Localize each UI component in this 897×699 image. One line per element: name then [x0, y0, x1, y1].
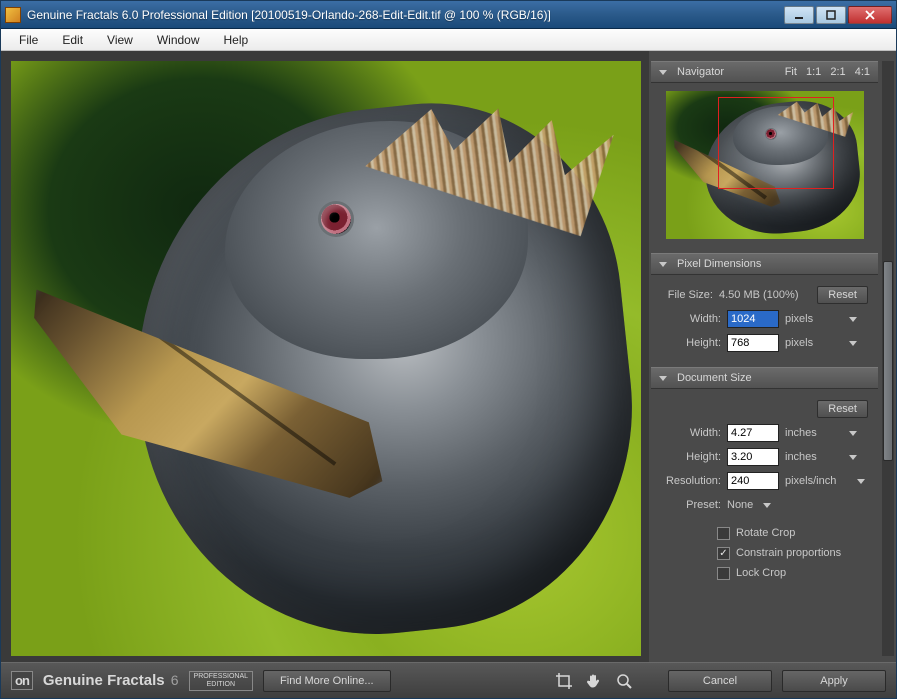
doc-resolution-unit[interactable]: pixels/inch: [785, 475, 847, 487]
constrain-checkbox[interactable]: [717, 547, 730, 560]
doc-height-input[interactable]: [727, 448, 779, 466]
edition-badge: PROFESSIONALEDITION: [189, 671, 253, 691]
file-size-label: File Size:: [661, 289, 713, 301]
pixel-dimensions-header[interactable]: Pixel Dimensions: [651, 253, 878, 275]
doc-preset-value[interactable]: None: [727, 499, 753, 511]
navigator-thumbnail[interactable]: [666, 91, 864, 239]
collapse-icon: [659, 262, 667, 267]
side-scrollbar[interactable]: [882, 61, 894, 656]
pixel-width-input[interactable]: [727, 310, 779, 328]
zoom-fit[interactable]: Fit: [785, 66, 797, 78]
chevron-down-icon[interactable]: [763, 503, 771, 508]
rotate-crop-checkbox[interactable]: [717, 527, 730, 540]
pixel-height-input[interactable]: [727, 334, 779, 352]
chevron-down-icon[interactable]: [849, 431, 857, 436]
constrain-label: Constrain proportions: [736, 547, 841, 559]
doc-width-input[interactable]: [727, 424, 779, 442]
zoom-1-1[interactable]: 1:1: [806, 66, 821, 78]
pixel-dimensions-title: Pixel Dimensions: [677, 258, 761, 270]
doc-height-label: Height:: [661, 451, 721, 463]
chevron-down-icon[interactable]: [849, 317, 857, 322]
doc-height-unit[interactable]: inches: [785, 451, 839, 463]
doc-preset-label: Preset:: [661, 499, 721, 511]
pixel-reset-button[interactable]: Reset: [817, 286, 868, 304]
workarea: Navigator Fit 1:1 2:1 4:1: [1, 51, 896, 662]
pixel-width-label: Width:: [661, 313, 721, 325]
cancel-button[interactable]: Cancel: [668, 670, 772, 692]
chevron-down-icon[interactable]: [849, 455, 857, 460]
document-size-title: Document Size: [677, 372, 752, 384]
collapse-icon: [659, 70, 667, 75]
side-panels: Navigator Fit 1:1 2:1 4:1: [649, 51, 896, 662]
pixel-dimensions-panel: Pixel Dimensions File Size: 4.50 MB (100…: [651, 253, 878, 363]
collapse-icon: [659, 376, 667, 381]
navigator-viewport-rect[interactable]: [718, 97, 834, 189]
zoom-2-1[interactable]: 2:1: [830, 66, 845, 78]
chevron-down-icon[interactable]: [849, 341, 857, 346]
brand-logo: on: [11, 671, 33, 690]
brand-name: Genuine Fractals 6: [43, 672, 179, 689]
scrollbar-thumb[interactable]: [883, 261, 893, 461]
chevron-down-icon[interactable]: [857, 479, 865, 484]
footer-toolbar: on Genuine Fractals 6 PROFESSIONALEDITIO…: [1, 662, 896, 698]
doc-reset-button[interactable]: Reset: [817, 400, 868, 418]
doc-resolution-input[interactable]: [727, 472, 779, 490]
navigator-header[interactable]: Navigator Fit 1:1 2:1 4:1: [651, 61, 878, 83]
doc-width-unit[interactable]: inches: [785, 427, 839, 439]
lock-crop-label: Lock Crop: [736, 567, 786, 579]
doc-width-label: Width:: [661, 427, 721, 439]
menu-view[interactable]: View: [95, 33, 145, 47]
app-window: Genuine Fractals 6.0 Professional Editio…: [0, 0, 897, 699]
navigator-panel: Navigator Fit 1:1 2:1 4:1: [651, 61, 878, 249]
doc-resolution-label: Resolution:: [661, 475, 721, 487]
window-title: Genuine Fractals 6.0 Professional Editio…: [27, 8, 782, 22]
file-size-value: 4.50 MB (100%): [719, 289, 811, 301]
pixel-height-unit[interactable]: pixels: [785, 337, 839, 349]
menu-window[interactable]: Window: [145, 33, 212, 47]
lock-crop-checkbox[interactable]: [717, 567, 730, 580]
menu-help[interactable]: Help: [212, 33, 261, 47]
find-more-button[interactable]: Find More Online...: [263, 670, 391, 692]
maximize-button[interactable]: [816, 6, 846, 24]
document-size-panel: Document Size Reset Width: inches: [651, 367, 878, 591]
menu-file[interactable]: File: [7, 33, 50, 47]
zoom-icon[interactable]: [614, 671, 634, 691]
pixel-height-label: Height:: [661, 337, 721, 349]
minimize-button[interactable]: [784, 6, 814, 24]
menubar: File Edit View Window Help: [1, 29, 896, 51]
image-canvas[interactable]: [11, 61, 641, 656]
canvas-area: [1, 51, 649, 662]
document-size-header[interactable]: Document Size: [651, 367, 878, 389]
navigator-title: Navigator: [677, 66, 724, 78]
titlebar[interactable]: Genuine Fractals 6.0 Professional Editio…: [1, 1, 896, 29]
apply-button[interactable]: Apply: [782, 670, 886, 692]
menu-edit[interactable]: Edit: [50, 33, 95, 47]
close-button[interactable]: [848, 6, 892, 24]
zoom-4-1[interactable]: 4:1: [855, 66, 870, 78]
app-icon: [5, 7, 21, 23]
crop-icon[interactable]: [554, 671, 574, 691]
hand-icon[interactable]: [584, 671, 604, 691]
rotate-crop-label: Rotate Crop: [736, 527, 795, 539]
pixel-width-unit[interactable]: pixels: [785, 313, 839, 325]
